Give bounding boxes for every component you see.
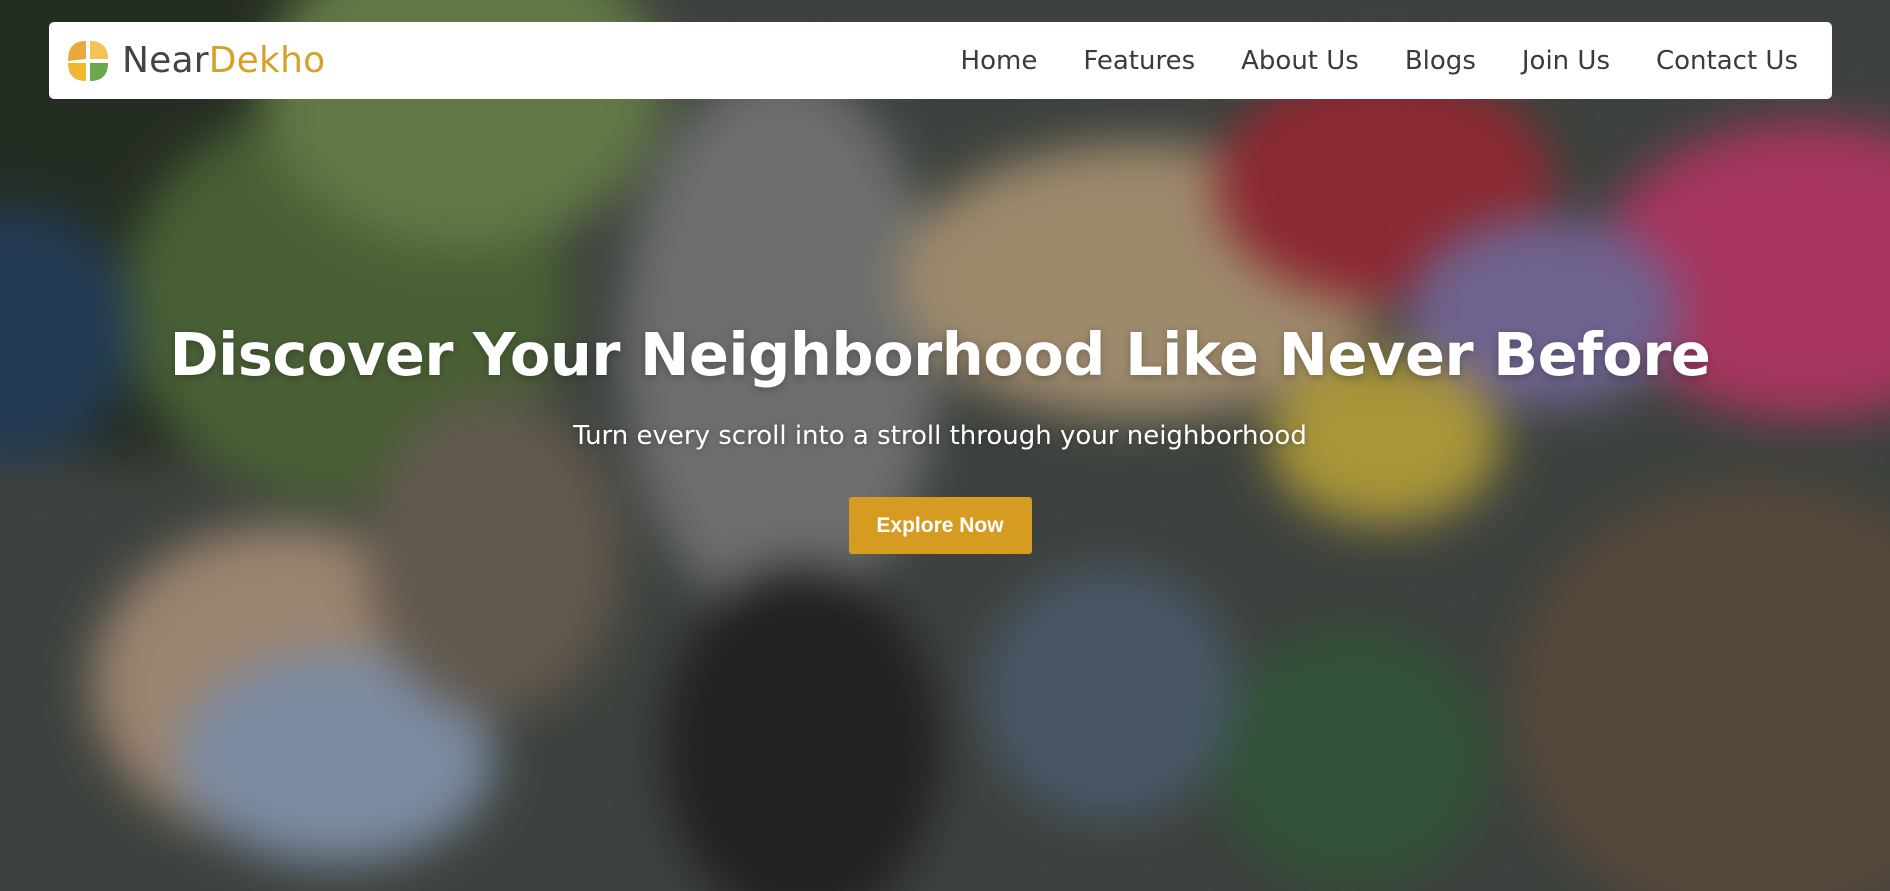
nav-join-us[interactable]: Join Us (1522, 46, 1610, 76)
hero-title: Discover Your Neighborhood Like Never Be… (169, 320, 1711, 389)
top-navbar: NearDekho Home Features About Us Blogs J… (49, 22, 1832, 99)
nav-contact-us[interactable]: Contact Us (1656, 46, 1798, 76)
brand-name-dekho: Dekho (208, 39, 326, 81)
nav-about-us[interactable]: About Us (1241, 46, 1359, 76)
hero-content: Discover Your Neighborhood Like Never Be… (0, 320, 1880, 554)
explore-now-button[interactable]: Explore Now (848, 497, 1032, 554)
neardekho-logo-icon (64, 37, 112, 85)
brand-name: NearDekho (122, 39, 326, 81)
nav-blogs[interactable]: Blogs (1405, 46, 1476, 76)
hero-section: NearDekho Home Features About Us Blogs J… (0, 0, 1890, 891)
brand-name-near: Near (122, 39, 209, 81)
hero-subtitle: Turn every scroll into a stroll through … (573, 421, 1307, 451)
nav-home[interactable]: Home (961, 46, 1038, 76)
brand-logo-link[interactable]: NearDekho (64, 37, 325, 85)
nav-features[interactable]: Features (1083, 46, 1195, 76)
main-nav: Home Features About Us Blogs Join Us Con… (961, 46, 1798, 76)
